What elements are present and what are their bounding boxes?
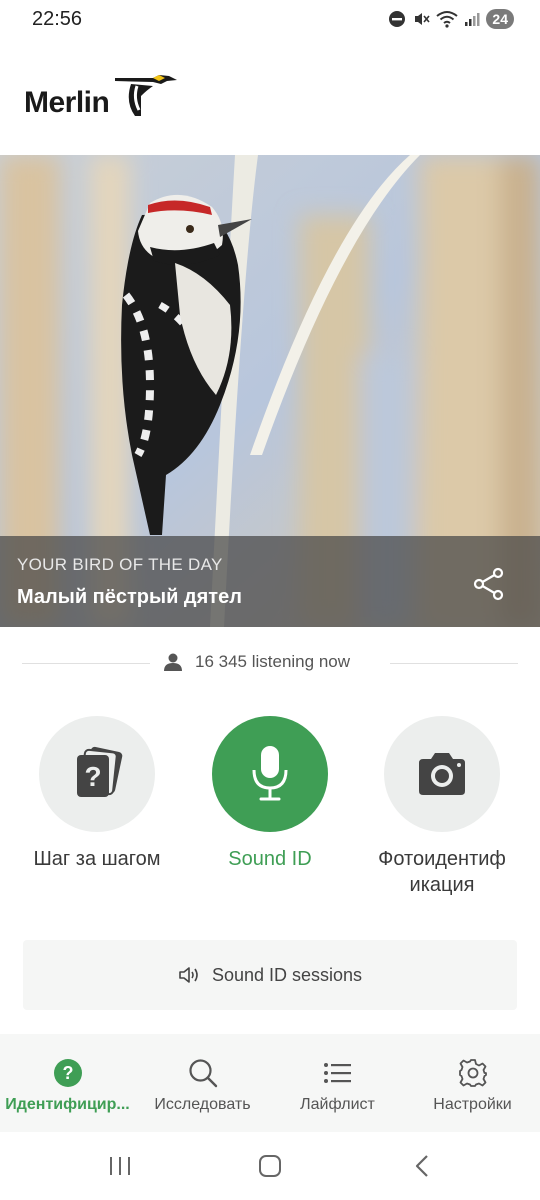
home-icon xyxy=(259,1155,281,1177)
question-circle-icon: ? xyxy=(53,1059,82,1087)
status-icons: 24 xyxy=(388,9,514,29)
hero-overlay xyxy=(0,536,540,627)
gear-icon xyxy=(458,1059,487,1087)
person-icon xyxy=(164,653,182,671)
share-button[interactable] xyxy=(470,565,508,603)
sound-id-button[interactable] xyxy=(212,716,328,832)
status-bar: 22:56 24 xyxy=(0,0,540,40)
logo-text: Merlin xyxy=(24,86,110,119)
divider-left xyxy=(22,663,150,664)
question-cards-icon: ? xyxy=(77,746,123,797)
photo-id-label: Фотоидентиф икация xyxy=(378,848,506,896)
signal-icon xyxy=(465,13,480,26)
app-header: Merlin xyxy=(0,40,540,154)
do-not-disturb-icon xyxy=(389,11,406,27)
bird-of-day-caption: YOUR BIRD OF THE DAY xyxy=(17,555,223,574)
divider-right xyxy=(390,663,518,664)
photo-id-mode[interactable]: Фотоидентиф икация xyxy=(367,716,517,898)
recent-apps-button[interactable] xyxy=(90,1148,150,1184)
merlin-bird-logo-icon xyxy=(115,75,178,116)
recent-apps-icon xyxy=(110,1157,130,1175)
camera-icon xyxy=(419,753,465,795)
tab-explore[interactable]: Исследовать xyxy=(135,1034,270,1132)
tab-settings[interactable]: Настройки xyxy=(405,1034,540,1132)
back-button[interactable] xyxy=(392,1148,452,1184)
microphone-icon xyxy=(252,746,288,801)
bird-of-day-name[interactable]: Малый пёстрый дятел xyxy=(17,586,242,609)
mute-icon xyxy=(415,13,431,25)
tab-life-list[interactable]: Лайфлист xyxy=(270,1034,405,1132)
wifi-icon xyxy=(436,11,459,28)
bottom-tab-bar: ? Идентифицир... Исследовать Лайфлист На… xyxy=(0,1034,540,1132)
speaker-icon xyxy=(179,967,198,983)
tab-explore-label: Исследовать xyxy=(154,1096,251,1113)
tab-settings-label: Настройки xyxy=(433,1096,512,1113)
svg-text:?: ? xyxy=(84,761,101,792)
listening-count: 16 345 listening now xyxy=(195,652,351,671)
photo-id-button[interactable] xyxy=(384,716,500,832)
tab-identify[interactable]: ? Идентифицир... xyxy=(0,1034,135,1132)
tab-identify-label: Идентифицир... xyxy=(5,1096,130,1113)
sound-id-mode[interactable]: Sound ID xyxy=(195,716,345,872)
sound-id-sessions-button[interactable]: Sound ID sessions xyxy=(23,940,517,1010)
svg-text:?: ? xyxy=(62,1063,73,1083)
sound-id-sessions-label: Sound ID sessions xyxy=(211,964,363,985)
battery-badge: 24 xyxy=(486,9,514,29)
search-icon xyxy=(188,1059,217,1088)
tab-life-list-label: Лайфлист xyxy=(300,1096,375,1113)
step-by-step-mode[interactable]: ? Шаг за шагом xyxy=(22,716,172,872)
share-icon xyxy=(473,567,504,601)
sound-id-label: Sound ID xyxy=(228,848,312,870)
status-time: 22:56 xyxy=(32,8,83,30)
listening-now: 16 345 listening now xyxy=(163,652,350,672)
back-icon xyxy=(415,1155,428,1177)
system-navigation-bar xyxy=(0,1132,540,1200)
listening-now-row: 16 345 listening now xyxy=(22,648,518,680)
merlin-logo: Merlin xyxy=(24,72,179,120)
step-by-step-button[interactable]: ? xyxy=(39,716,155,832)
home-button[interactable] xyxy=(240,1148,300,1184)
list-icon xyxy=(323,1063,351,1083)
step-by-step-label: Шаг за шагом xyxy=(33,848,161,870)
